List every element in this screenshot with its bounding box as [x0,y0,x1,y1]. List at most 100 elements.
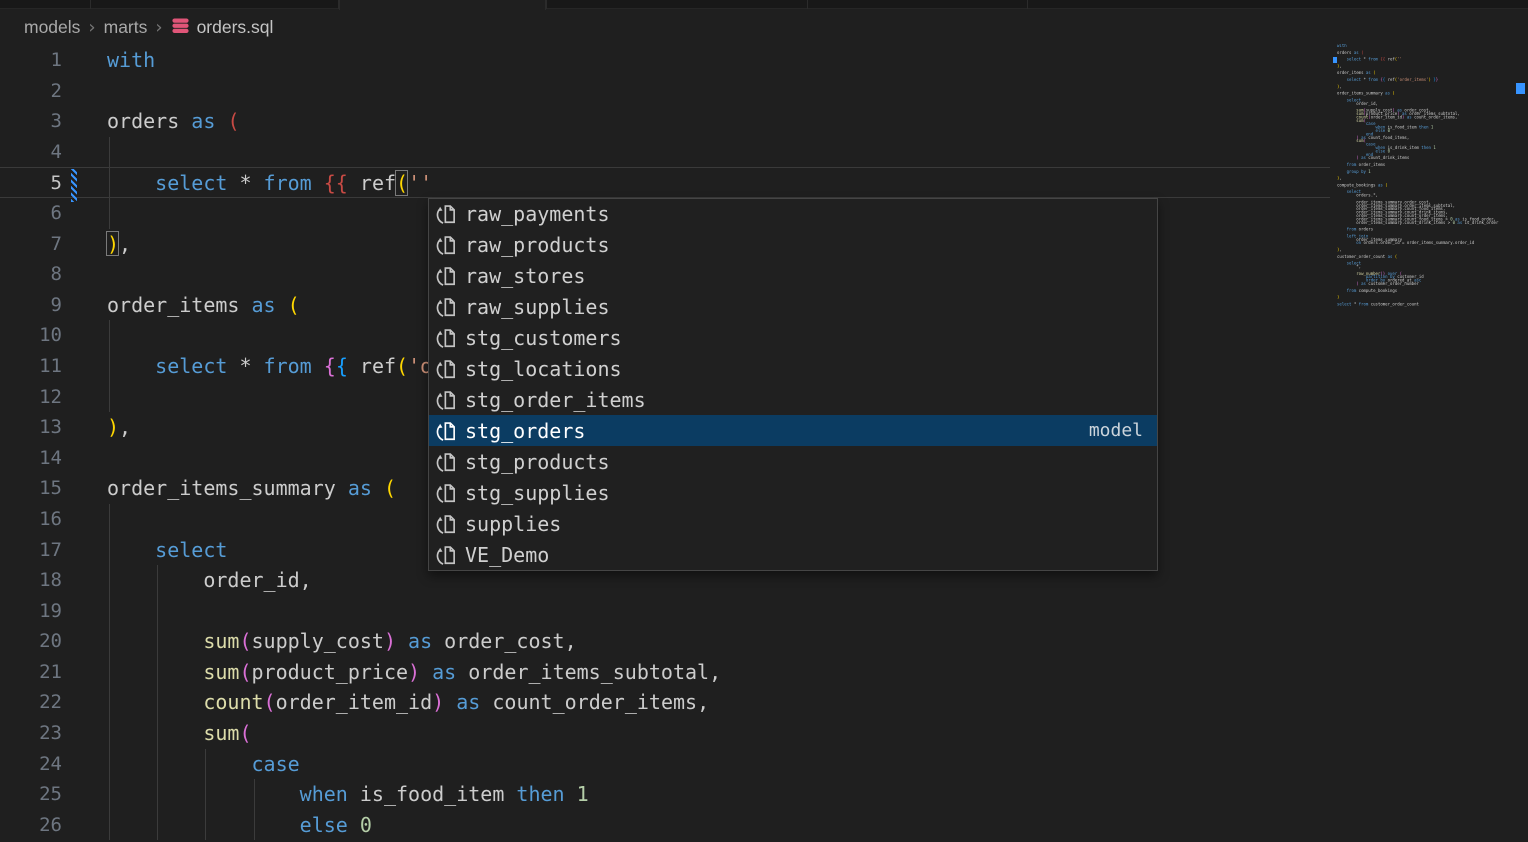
code-token [107,538,155,562]
code-token: sum [203,629,239,653]
code-line-26[interactable]: 26 else 0 [0,810,1330,841]
line-number[interactable]: 25 [0,779,62,810]
code-line-24[interactable]: 24 case [0,749,1330,780]
suggestion-item[interactable]: stg_locations [429,354,1157,385]
indent-guide [109,626,110,657]
suggestion-label: stg_products [465,450,610,474]
code-token [312,171,324,195]
code-token: order_cost, [432,629,577,653]
code-token: order_id, [107,568,312,592]
suggestion-item[interactable]: VE_Demo [429,539,1157,570]
code-line-23[interactable]: 23 sum( [0,718,1330,749]
code-token: case [252,752,300,776]
code-token: ( [288,293,300,317]
suggestion-item[interactable]: raw_supplies [429,292,1157,323]
indent-guide [109,687,110,718]
code-token: , [1339,84,1341,89]
suggestion-label: raw_stores [465,264,585,288]
breadcrumb-item-models[interactable]: models [24,17,80,38]
line-number[interactable]: 26 [0,810,62,841]
code-line-19[interactable]: 19 [0,596,1330,627]
line-number[interactable]: 12 [0,382,62,413]
line-number[interactable]: 3 [0,106,62,137]
code-token [107,171,155,195]
line-number[interactable]: 8 [0,259,62,290]
suggestion-item[interactable]: stg_supplies [429,477,1157,508]
code-token [372,476,384,500]
code-line-2[interactable]: 2 [0,76,1330,107]
reference-icon [436,296,465,318]
line-number[interactable]: 2 [0,76,62,107]
code-token [107,690,203,714]
code-line-25[interactable]: 25 when is_food_item then 1 [0,779,1330,810]
line-number[interactable]: 19 [0,596,62,627]
code-line-3[interactable]: 3orders as ( [0,106,1330,137]
code-token: 0 [360,813,372,837]
suggestion-label: stg_order_items [465,388,646,412]
line-number[interactable]: 7 [0,229,62,260]
suggestion-item[interactable]: raw_payments [429,199,1157,230]
line-number[interactable]: 5 [0,168,62,199]
line-number[interactable]: 6 [0,198,62,229]
suggestion-item[interactable]: stg_customers [429,323,1157,354]
code-token: from [264,171,312,195]
code-token: *, [1337,264,1361,269]
indent-guide [109,535,110,566]
line-number[interactable]: 10 [0,320,62,351]
suggestion-item[interactable]: supplies [429,508,1157,539]
indent-guide [109,565,110,596]
breadcrumb-item-file[interactable]: orders.sql [197,17,274,38]
line-number[interactable]: 4 [0,137,62,168]
line-number[interactable]: 14 [0,443,62,474]
code-token: , [1339,64,1341,69]
line-number[interactable]: 16 [0,504,62,535]
code-token: when [300,782,348,806]
code-token: ref [348,171,396,195]
line-number[interactable]: 1 [0,45,62,76]
breadcrumb-item-marts[interactable]: marts [104,17,148,38]
line-number[interactable]: 21 [0,657,62,688]
line-number[interactable]: 20 [0,626,62,657]
line-number[interactable]: 17 [0,535,62,566]
code-token: as [252,293,276,317]
suggestion-label: stg_orders [465,419,585,443]
code-token [107,752,252,776]
code-line-20[interactable]: 20 sum(supply_cost) as order_cost, [0,626,1330,657]
code-token: is_drink_order [1462,220,1498,225]
line-number[interactable]: 24 [0,749,62,780]
suggestion-item[interactable]: raw_stores [429,261,1157,292]
suggestion-item[interactable]: raw_products [429,230,1157,261]
code-token: orders [1337,50,1354,55]
suggest-widget[interactable]: raw_paymentsraw_products raw_stores raw_su… [428,198,1158,571]
line-number[interactable]: 15 [0,473,62,504]
code-line-4[interactable]: 4 [0,137,1330,168]
line-number[interactable]: 18 [0,565,62,596]
line-number[interactable]: 9 [0,290,62,321]
code-token: ( [227,109,239,133]
line-number[interactable]: 22 [0,687,62,718]
code-line-5[interactable]: 5 select * from {{ ref('' [0,167,1330,198]
code-token: orders.order_id = order_items_summary.or… [1361,240,1474,245]
line-number[interactable]: 11 [0,351,62,382]
code-token: ref [348,354,396,378]
indent-guide [109,198,110,229]
suggestion-item[interactable]: stg_products [429,446,1157,477]
indent-guide [109,320,110,351]
code-line-1[interactable]: 1with [0,45,1330,76]
minimap[interactable]: withorders as ( select * from {{ ref('')… [1337,44,1519,324]
suggestion-item[interactable]: stg_order_items [429,385,1157,416]
suggestion-label: stg_customers [465,326,622,350]
suggestion-label: stg_locations [465,357,622,381]
line-number[interactable]: 23 [0,718,62,749]
code-token: product_price [252,660,409,684]
line-number[interactable]: 13 [0,412,62,443]
code-line-21[interactable]: 21 sum(product_price) as order_items_sub… [0,657,1330,688]
suggestion-item-selected[interactable]: stg_ordersmodel [429,415,1157,446]
code-token [1337,77,1347,82]
tab-active[interactable] [339,0,546,10]
code-token: order_item_id [1371,115,1402,120]
code-token: order_items_summary.count_drink_items > [1337,220,1453,225]
code-token: select [1347,57,1361,62]
code-token: count_drink_items [1366,155,1409,160]
code-line-22[interactable]: 22 count(order_item_id) as count_order_i… [0,687,1330,718]
